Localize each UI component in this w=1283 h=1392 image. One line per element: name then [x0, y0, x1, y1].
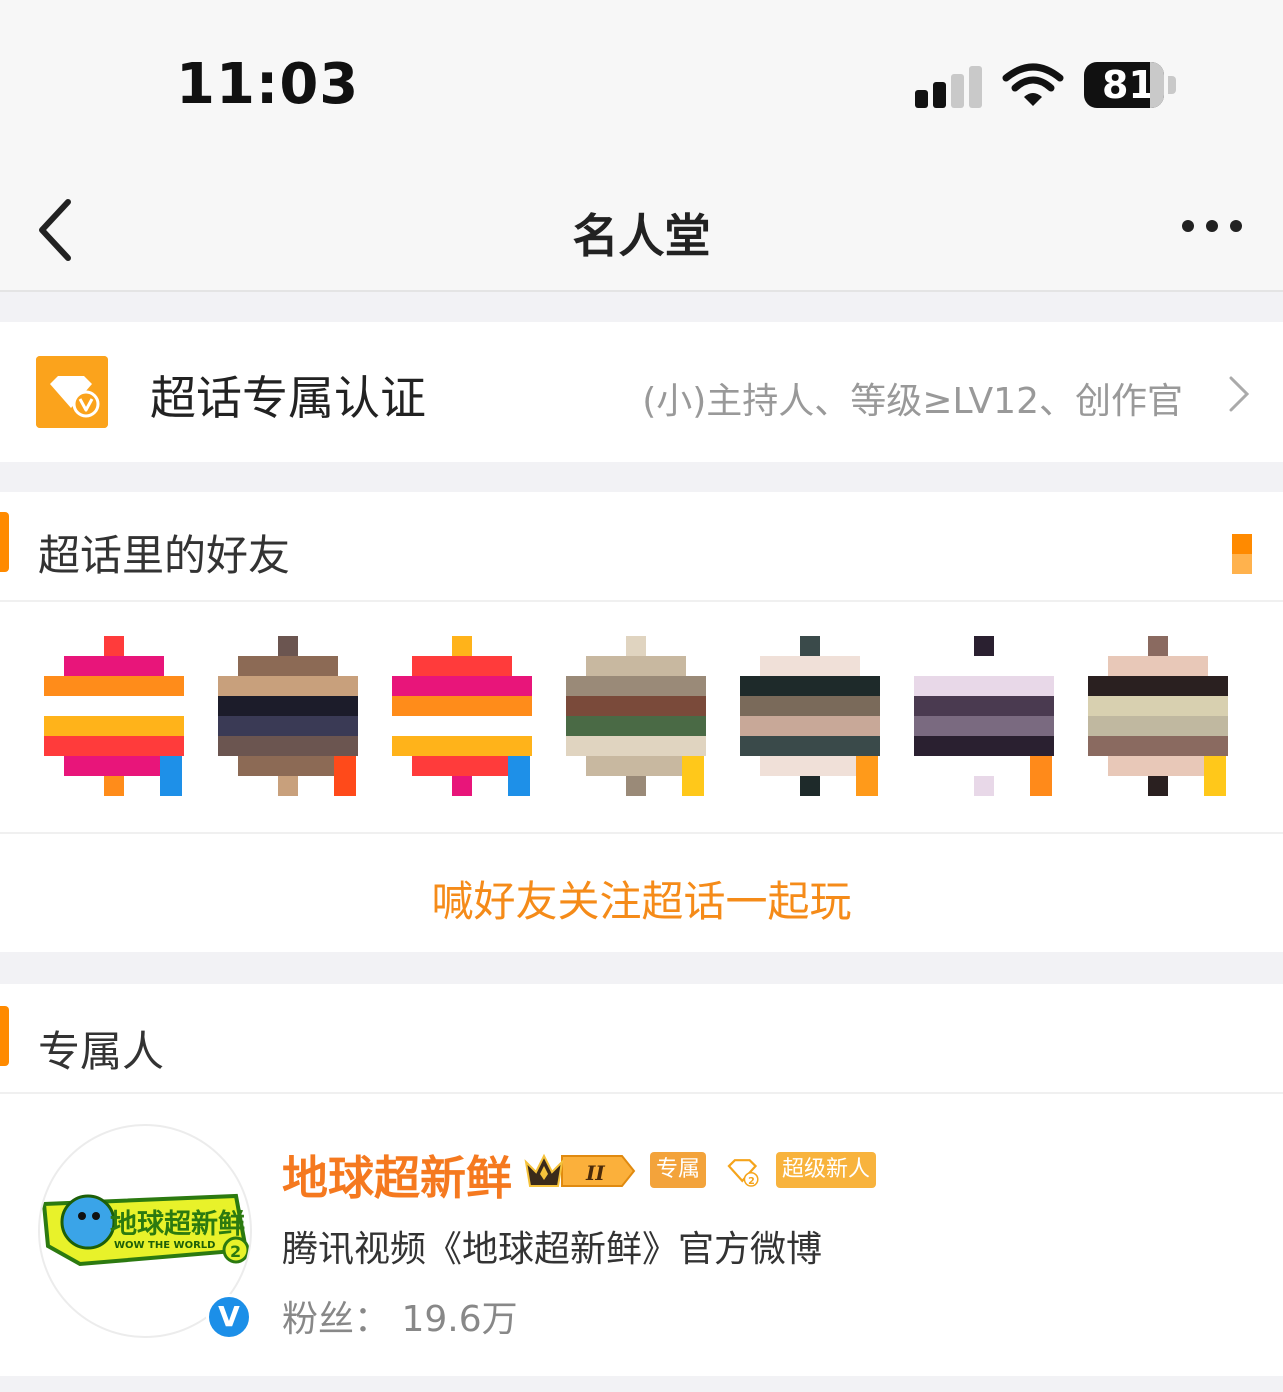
invite-friends-link[interactable]: 喊好友关注超话一起玩 [0, 868, 1283, 929]
divider [0, 1092, 1283, 1094]
friend-avatar[interactable] [910, 632, 1058, 800]
friend-avatar[interactable] [388, 632, 536, 800]
friend-avatar[interactable] [562, 632, 710, 800]
diamond-verified-icon [36, 356, 108, 428]
super-newbie-badge: 超级新人 [776, 1152, 877, 1188]
verified-badge-icon: V [206, 1294, 252, 1340]
friend-avatar[interactable] [214, 632, 362, 800]
battery-level: 81 [1102, 63, 1155, 107]
exclusive-badge: 专属 [650, 1152, 707, 1188]
navigation-bar: 名人堂 [0, 170, 1283, 292]
divider [0, 832, 1283, 834]
friend-badge-icon [682, 756, 704, 796]
certification-requirements: (小)主持人、等级≥LV12、创作官 [642, 381, 1183, 422]
friend-avatar[interactable] [40, 632, 188, 800]
exclusive-section: 专属人 2 地球超新鲜 WOW THE WORLD V 地球超新鲜 II 专属 … [0, 984, 1283, 1376]
friend-avatar[interactable] [736, 632, 884, 800]
person-description: 腾讯视频《地球超新鲜》官方微博 [282, 1229, 823, 1270]
fans-value: 19.6万 [401, 1299, 518, 1340]
battery-icon: 81 [1084, 62, 1164, 108]
friend-avatar-list [40, 632, 1260, 802]
gem-level-badge-icon: 2 [727, 1159, 759, 1187]
friend-avatar-image [44, 636, 184, 796]
wifi-icon [1002, 63, 1064, 106]
crown-level-badge-icon: II [524, 1153, 636, 1187]
friends-section: 超话里的好友 喊好友关注超话一起玩 [0, 492, 1283, 952]
fans-label: 粉丝： [282, 1299, 391, 1340]
battery-tip [1168, 76, 1176, 94]
person-fans-count: 粉丝： 19.6万 [282, 1290, 518, 1342]
friend-badge-icon [334, 756, 356, 796]
logo-text: 地球超新鲜 [110, 1209, 245, 1240]
section-accent-bar [0, 512, 9, 572]
friend-avatar-image [392, 636, 532, 796]
friend-badge-icon [508, 756, 530, 796]
section-accent-bar [0, 1006, 9, 1066]
certification-row[interactable]: 超话专属认证 (小)主持人、等级≥LV12、创作官 [0, 322, 1283, 462]
friend-avatar-image [1088, 636, 1228, 796]
friend-badge-icon [856, 756, 878, 796]
status-time: 11:03 [176, 52, 360, 117]
crown-level-text: II [585, 1161, 605, 1185]
friends-more-icon[interactable] [1232, 534, 1252, 574]
friend-avatar[interactable] [1084, 632, 1232, 800]
chevron-right-icon [1229, 376, 1250, 412]
logo-season-number: 2 [230, 1242, 241, 1261]
person-name[interactable]: 地球超新鲜 [282, 1142, 512, 1208]
page-title: 名人堂 [572, 209, 711, 263]
friends-section-title: 超话里的好友 [38, 531, 291, 580]
friend-avatar-image [566, 636, 706, 796]
logo-subtext: WOW THE WORLD [114, 1240, 216, 1251]
friend-badge-icon [1204, 756, 1226, 796]
divider [0, 600, 1283, 602]
friend-avatar-image [218, 636, 358, 796]
friend-badge-icon [160, 756, 182, 796]
cellular-signal-icon [915, 66, 985, 108]
more-options-button[interactable] [1176, 210, 1256, 240]
exclusive-section-title: 专属人 [38, 1027, 165, 1076]
friend-avatar-image [914, 636, 1054, 796]
gem-level-text: 2 [748, 1176, 755, 1187]
certification-label: 超话专属认证 [150, 371, 426, 425]
friend-badge-icon [1030, 756, 1052, 796]
friend-avatar-image [740, 636, 880, 796]
status-bar: 11:03 81 [0, 0, 1283, 170]
